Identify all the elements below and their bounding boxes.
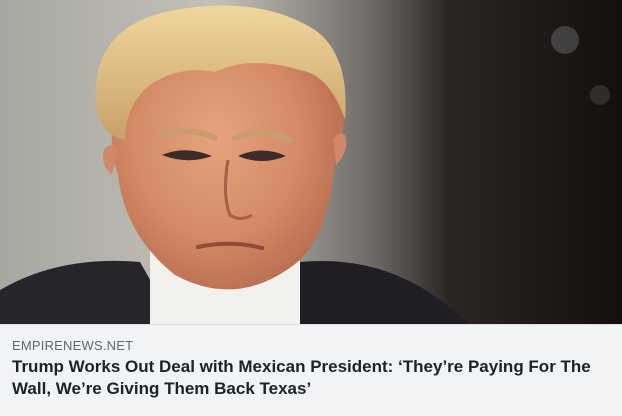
source-domain: EMPIRENEWS.NET bbox=[12, 338, 134, 353]
article-headline[interactable]: Trump Works Out Deal with Mexican Presid… bbox=[12, 356, 610, 400]
preview-image[interactable] bbox=[0, 0, 622, 324]
portrait-photo bbox=[0, 0, 622, 324]
link-meta[interactable]: EMPIRENEWS.NET Trump Works Out Deal with… bbox=[0, 324, 622, 416]
link-preview-card[interactable]: EMPIRENEWS.NET Trump Works Out Deal with… bbox=[0, 0, 622, 416]
